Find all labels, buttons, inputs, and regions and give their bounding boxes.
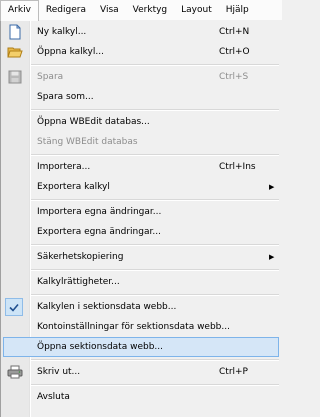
menu-item-label: Stäng WBEdit databas: [37, 137, 138, 147]
menu-item-label: Kalkylrättigheter...: [37, 277, 120, 287]
menu-visa[interactable]: Visa: [93, 0, 126, 20]
menu-item-label: Kalkylen i sektionsdata webb...: [37, 302, 177, 312]
save-disk-icon: [7, 69, 23, 85]
menu-item-label: Ny kalkyl...: [37, 27, 87, 37]
menu-separator: [31, 109, 279, 111]
printer-icon: [7, 364, 23, 380]
menu-item-label: Öppna kalkyl...: [37, 47, 104, 57]
menu-item-importera-egna-andringar[interactable]: Importera egna ändringar...: [3, 202, 279, 222]
menu-hjalp[interactable]: Hjälp: [219, 0, 256, 20]
menu-separator: [31, 359, 279, 361]
menu-item-oppna-sektionsdata-webb[interactable]: Öppna sektionsdata webb...: [3, 337, 279, 357]
menu-redigera[interactable]: Redigera: [39, 0, 93, 20]
menu-item-label: Exportera kalkyl: [37, 182, 110, 192]
menu-separator: [31, 269, 279, 271]
menu-item-spara[interactable]: Spara Ctrl+S: [3, 67, 279, 87]
new-document-icon: [7, 24, 23, 40]
menu-verktyg[interactable]: Verktyg: [126, 0, 174, 20]
menu-separator: [31, 294, 279, 296]
submenu-arrow-icon: ▶: [269, 253, 275, 261]
menu-item-kalkylrattigheter[interactable]: Kalkylrättigheter...: [3, 272, 279, 292]
menu-separator: [31, 64, 279, 66]
submenu-arrow-icon: ▶: [269, 183, 275, 191]
menu-item-importera[interactable]: Importera... Ctrl+Ins: [3, 157, 279, 177]
menu-item-skriv-ut[interactable]: Skriv ut... Ctrl+P: [3, 362, 279, 382]
menu-item-label: Spara: [37, 72, 64, 82]
menu-item-shortcut: Ctrl+N: [219, 27, 250, 37]
menu-item-sakerhetskopiering[interactable]: Säkerhetskopiering ▶: [3, 247, 279, 267]
menu-item-oppna-kalkyl[interactable]: Öppna kalkyl... Ctrl+O: [3, 42, 279, 62]
menu-separator: [31, 199, 279, 201]
menu-item-label: Skriv ut...: [37, 367, 81, 377]
open-folder-icon: [7, 44, 23, 60]
menu-item-label: Importera...: [37, 162, 91, 172]
menu-item-label: Importera egna ändringar...: [37, 207, 162, 217]
menu-arkiv[interactable]: Arkiv: [0, 0, 39, 21]
menu-item-label: Säkerhetskopiering: [37, 252, 124, 262]
menu-item-spara-som[interactable]: Spara som...: [3, 87, 279, 107]
menu-separator: [31, 244, 279, 246]
menu-item-shortcut: Ctrl+S: [219, 72, 249, 82]
menu-item-shortcut: Ctrl+Ins: [219, 162, 256, 172]
menu-item-label: Exportera egna ändringar...: [37, 227, 161, 237]
menu-item-exportera-kalkyl[interactable]: Exportera kalkyl ▶: [3, 177, 279, 197]
menu-separator: [31, 154, 279, 156]
menu-item-label: Öppna WBEdit databas...: [37, 117, 150, 127]
menu-item-label: Avsluta: [37, 392, 70, 402]
menu-item-label: Spara som...: [37, 92, 94, 102]
menu-item-oppna-wbedit-databas[interactable]: Öppna WBEdit databas...: [3, 112, 279, 132]
arkiv-dropdown-menu: Ny kalkyl... Ctrl+N Öppna kalkyl... Ctrl…: [0, 20, 282, 417]
menu-bar: Arkiv Redigera Visa Verktyg Layout Hjälp: [0, 0, 282, 21]
checkmark-icon: [5, 298, 23, 316]
menu-item-label: Öppna sektionsdata webb...: [37, 342, 163, 352]
menu-item-ny-kalkyl[interactable]: Ny kalkyl... Ctrl+N: [3, 22, 279, 42]
menu-item-avsluta[interactable]: Avsluta: [3, 387, 279, 407]
menu-layout[interactable]: Layout: [174, 0, 219, 20]
menu-item-stang-wbedit-databas[interactable]: Stäng WBEdit databas: [3, 132, 279, 152]
menu-item-kalkylen-i-sektionsdata-webb[interactable]: Kalkylen i sektionsdata webb...: [3, 297, 279, 317]
menu-item-shortcut: Ctrl+O: [219, 47, 250, 57]
menu-separator: [31, 384, 279, 386]
menu-item-kontoinstallningar[interactable]: Kontoinställningar för sektionsdata webb…: [3, 317, 279, 337]
menu-item-exportera-egna-andringar[interactable]: Exportera egna ändringar...: [3, 222, 279, 242]
menu-item-label: Kontoinställningar för sektionsdata webb…: [37, 322, 230, 332]
menu-item-shortcut: Ctrl+P: [219, 367, 248, 377]
